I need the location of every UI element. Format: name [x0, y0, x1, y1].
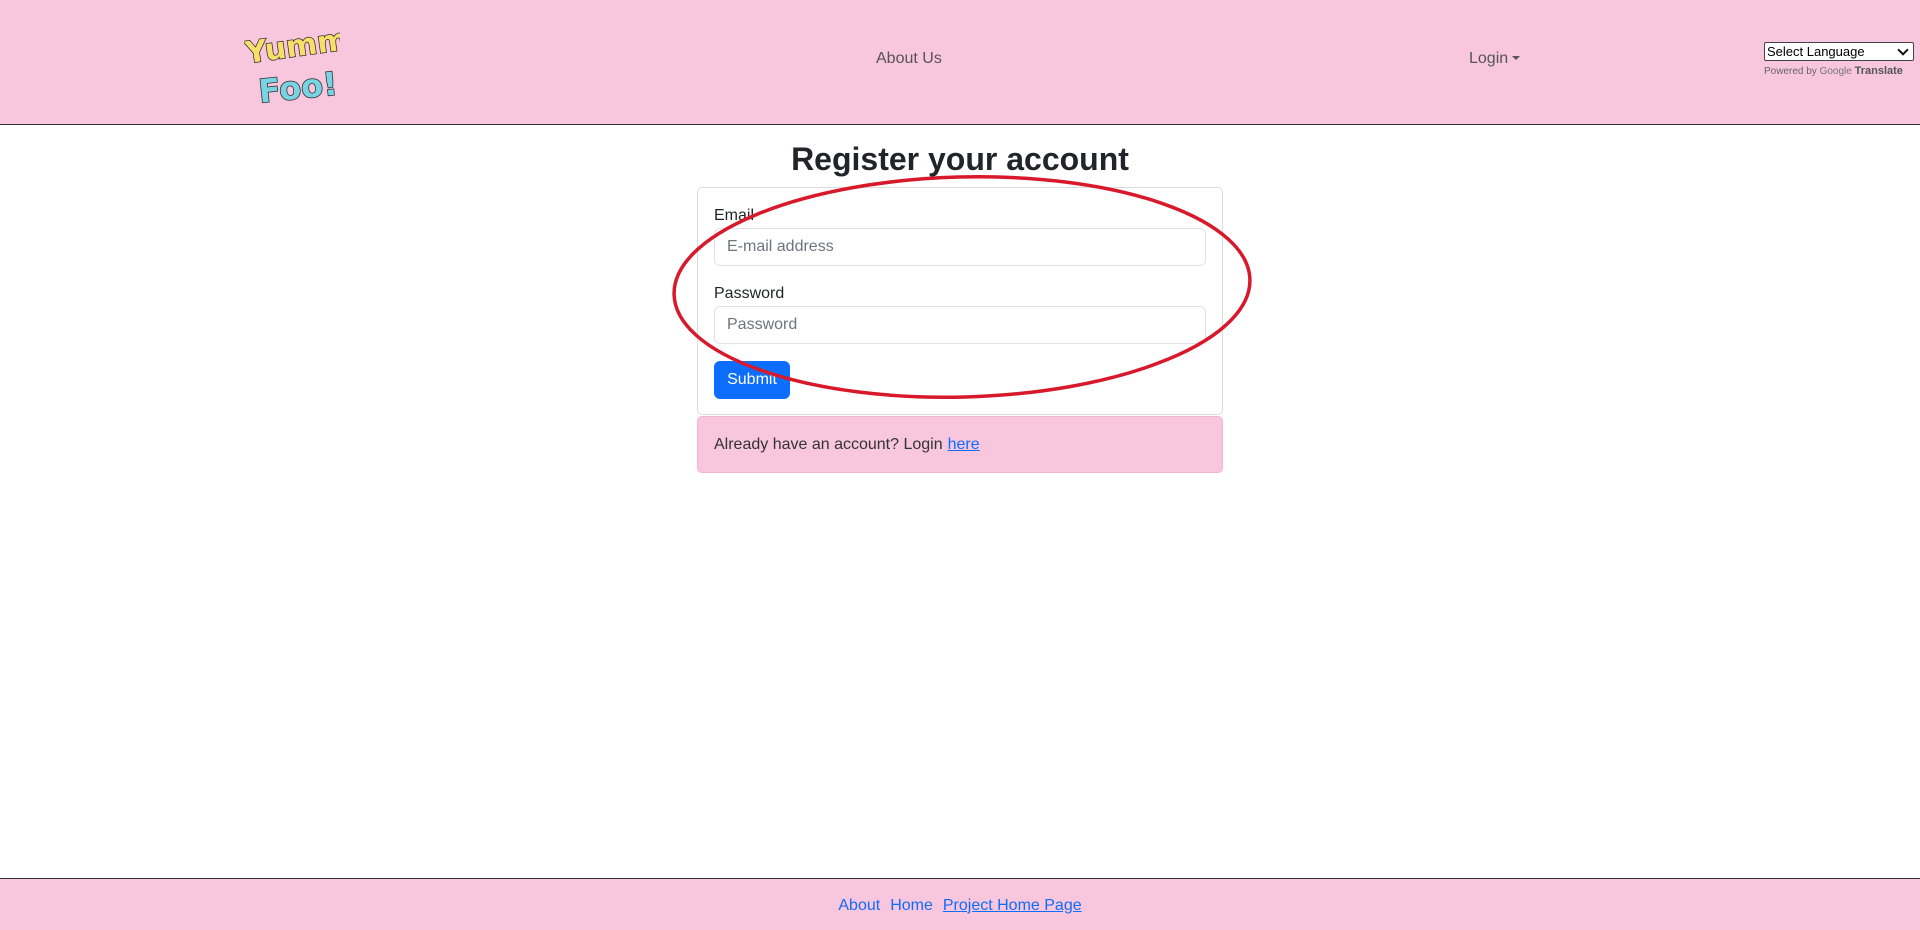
submit-button[interactable]: Submit: [714, 361, 790, 399]
page-title: Register your account: [791, 141, 1129, 177]
footer: About Home Project Home Page: [0, 878, 1920, 930]
page: Yummy Foo! About Us Login Select Languag…: [0, 0, 1920, 930]
chevron-down-icon: [1897, 43, 1909, 56]
email-input[interactable]: E-mail address: [714, 228, 1206, 266]
password-placeholder: Password: [727, 316, 798, 333]
footer-home-link[interactable]: Home: [890, 897, 933, 915]
powered-by-google-translate: Powered by Google Translate: [1764, 65, 1914, 77]
google-translate-link[interactable]: Translate: [1855, 65, 1903, 77]
caret-down-icon: [1512, 56, 1521, 60]
logo-graphic: Yummy Foo!: [241, 19, 371, 112]
language-select[interactable]: Select Language: [1764, 42, 1914, 61]
yummy-foo-logo[interactable]: Yummy Foo!: [241, 19, 371, 112]
email-placeholder: E-mail address: [727, 238, 834, 255]
footer-project-home-link[interactable]: Project Home Page: [943, 897, 1082, 915]
google-translate-widget: Select Language Powered by Google Transl…: [1764, 42, 1914, 77]
login-prompt-alert: Already have an account? Login here: [697, 416, 1223, 473]
nav-about-us-link[interactable]: About Us: [876, 50, 942, 68]
nav-login-label: Login: [1469, 50, 1509, 67]
powered-by-text: Powered by: [1764, 66, 1817, 77]
register-form: Email E-mail address Password Password S…: [697, 187, 1223, 415]
login-prompt-text: Already have an account? Login: [714, 435, 943, 453]
password-input[interactable]: Password: [714, 306, 1206, 344]
navbar: Yummy Foo! About Us Login Select Languag…: [0, 0, 1920, 125]
language-select-value: Select Language: [1767, 44, 1865, 59]
email-label: Email: [714, 207, 755, 224]
google-logo-text: Google: [1819, 66, 1852, 77]
login-here-link[interactable]: here: [948, 436, 980, 454]
footer-about-link[interactable]: About: [838, 897, 880, 915]
svg-text:Foo!: Foo!: [257, 65, 340, 106]
password-label: Password: [714, 285, 785, 302]
nav-login-dropdown[interactable]: Login: [1469, 50, 1521, 68]
